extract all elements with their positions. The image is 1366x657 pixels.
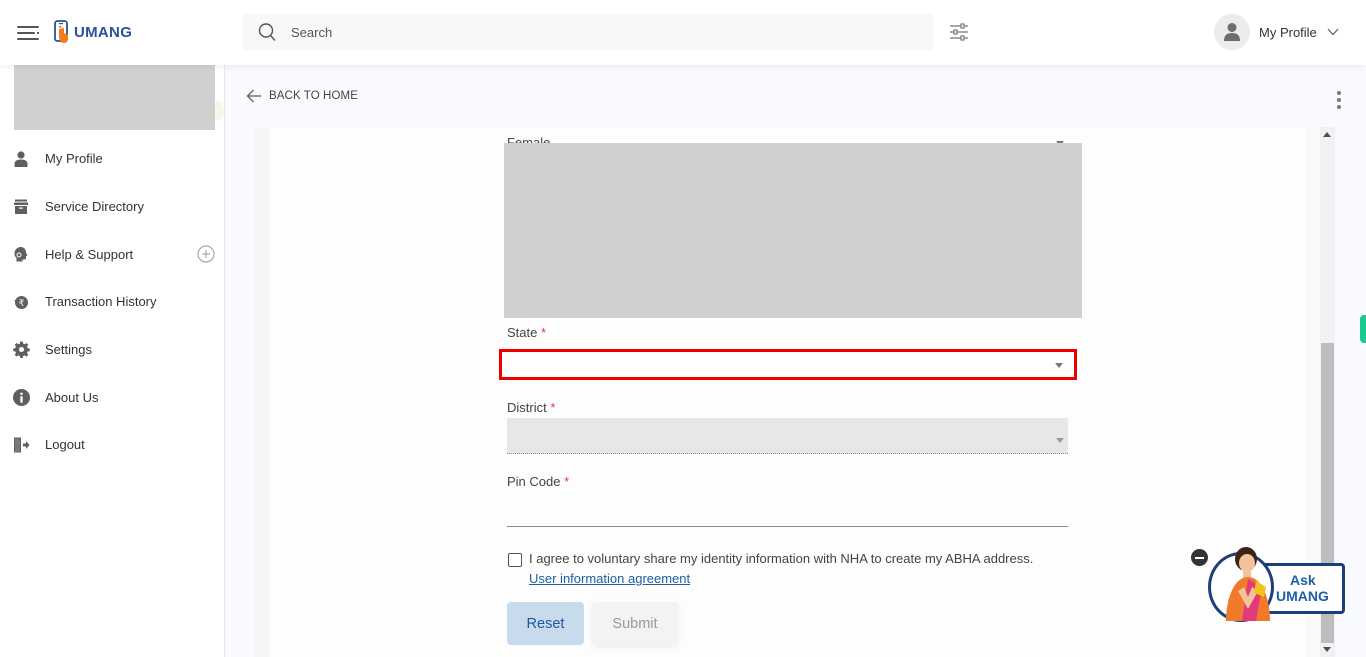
sidebar-item-label: About Us [45, 389, 99, 405]
pincode-label-text: Pin Code [507, 474, 561, 489]
info-icon [12, 388, 30, 406]
top-header: UMANG My Profile [0, 0, 1366, 65]
ask-umang-chat-widget[interactable]: Ask UMANG [1190, 543, 1345, 623]
sidebar-item-logout[interactable]: Logout [0, 421, 224, 469]
sidebar-item-label: My Profile [45, 151, 103, 167]
sidebar-item-help-support[interactable]: Help & Support [0, 230, 224, 278]
minimize-assistant-icon[interactable] [1191, 549, 1208, 566]
state-label-text: State [507, 325, 538, 340]
svg-text:₹: ₹ [19, 299, 25, 309]
rupee-history-icon: ₹ [12, 293, 30, 311]
state-label: State * [507, 325, 546, 340]
arrow-left-icon [246, 89, 261, 103]
sidebar-item-label: Transaction History [45, 294, 157, 310]
district-label-text: District [507, 400, 547, 415]
filter-sliders-icon[interactable] [949, 22, 969, 42]
user-avatar-icon [1224, 23, 1240, 41]
district-label: District * [507, 400, 555, 415]
sidebar-item-label: Logout [45, 437, 85, 453]
archive-icon [12, 198, 30, 216]
required-asterisk: * [550, 400, 556, 415]
ask-umang-line2: UMANG [1276, 588, 1329, 604]
sidebar-item-label: Service Directory [45, 199, 144, 215]
scroll-up-arrow-icon[interactable] [1323, 132, 1331, 137]
sidebar-item-service-directory[interactable]: Service Directory [0, 183, 224, 231]
ask-umang-line1: Ask [1290, 572, 1316, 588]
profile-menu[interactable]: My Profile [1214, 14, 1339, 50]
submit-button[interactable]: Submit [592, 602, 678, 645]
sidebar-item-settings[interactable]: Settings [0, 326, 224, 374]
profile-label: My Profile [1259, 24, 1317, 40]
headset-icon [12, 245, 30, 263]
sidebar: My Profile Service Directory Help & Supp… [0, 64, 225, 657]
gear-icon [12, 341, 30, 359]
umang-logo[interactable]: UMANG [54, 20, 132, 44]
district-dropdown-caret-icon [1056, 438, 1064, 443]
search-icon [258, 23, 276, 41]
panel-edge [255, 127, 271, 657]
expand-plus-icon[interactable] [197, 245, 215, 263]
state-select[interactable] [499, 349, 1077, 380]
feedback-side-tab[interactable] [1360, 315, 1366, 343]
pincode-input[interactable] [507, 496, 1068, 527]
user-information-agreement-link[interactable]: User information agreement [529, 571, 690, 586]
chevron-down-icon [1327, 28, 1339, 36]
search-input[interactable] [291, 24, 891, 40]
district-select[interactable] [507, 418, 1068, 454]
required-asterisk: * [564, 474, 570, 489]
consent-checkbox[interactable] [508, 553, 522, 567]
hamburger-menu-icon[interactable] [17, 25, 39, 41]
pincode-label: Pin Code * [507, 474, 569, 489]
sidebar-item-my-profile[interactable]: My Profile [0, 135, 224, 183]
avatar [1214, 14, 1250, 50]
search-bar[interactable] [242, 14, 934, 50]
umang-logo-icon [54, 20, 68, 43]
assistant-avatar-icon [1226, 547, 1270, 621]
back-to-home-label: BACK TO HOME [269, 90, 358, 102]
scroll-down-arrow-icon[interactable] [1323, 647, 1331, 652]
sidebar-item-label: Help & Support [45, 246, 134, 262]
consent-text: I agree to voluntary share my identity i… [529, 551, 1034, 566]
sidebar-item-about-us[interactable]: About Us [0, 373, 224, 421]
app-name: UMANG [74, 23, 133, 41]
abha-registration-form: Female State * District * Pin Code * I a… [270, 127, 1306, 657]
redacted-profile-banner [14, 64, 215, 130]
more-options-icon[interactable] [1335, 91, 1343, 109]
sidebar-item-label: Settings [45, 342, 92, 358]
reset-button[interactable]: Reset [507, 602, 584, 645]
user-icon [12, 150, 30, 168]
required-asterisk: * [540, 325, 547, 340]
sidebar-nav: My Profile Service Directory Help & Supp… [0, 135, 224, 469]
logout-icon [12, 436, 30, 454]
sidebar-item-transaction-history[interactable]: ₹ Transaction History [0, 278, 224, 326]
back-to-home-link[interactable]: BACK TO HOME [246, 88, 358, 104]
state-dropdown-caret-icon [1055, 363, 1063, 368]
redacted-region [504, 143, 1082, 318]
